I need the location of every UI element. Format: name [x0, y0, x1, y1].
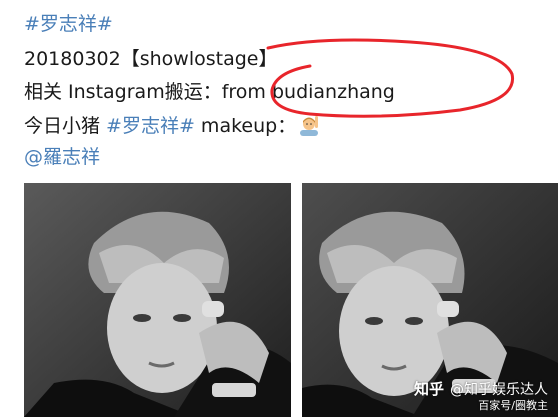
hashtag-link[interactable]: #罗志祥# — [24, 13, 113, 35]
mention-line[interactable]: @羅志祥 — [24, 144, 100, 170]
person-raising-hand-emoji-icon — [298, 114, 320, 136]
zhihu-logo: 知乎 — [413, 380, 444, 398]
user-mention-link[interactable]: @羅志祥 — [24, 146, 100, 168]
watermark-sub: 百家号/圈教主 — [478, 399, 548, 412]
photo-left[interactable] — [24, 183, 291, 417]
post-date-line: 20180302【showlostage】 — [24, 46, 277, 72]
source-prefix: 相关 Instagram搬运：from — [24, 81, 272, 103]
post-source: 【showlostage】 — [120, 48, 278, 70]
instagram-source-line: 相关 Instagram搬运：from budianzhang — [24, 79, 395, 105]
watermark-main: 知乎 @知乎娱乐达人 — [414, 380, 548, 399]
watermark-author: @知乎娱乐达人 — [450, 382, 548, 398]
makeup-prefix: 今日小猪 — [24, 115, 107, 137]
hashtag-link-inline[interactable]: #罗志祥# — [106, 115, 195, 137]
makeup-line: 今日小猪 #罗志祥# makeup： — [24, 113, 320, 139]
photo-right[interactable]: 知乎 @知乎娱乐达人 百家号/圈教主 — [302, 183, 558, 417]
hashtag-title[interactable]: #罗志祥# — [24, 11, 113, 37]
post-date: 20180302 — [24, 48, 121, 70]
makeup-suffix: makeup： — [194, 115, 297, 137]
source-handle: budianzhang — [271, 81, 395, 103]
zhihu-watermark: 知乎 @知乎娱乐达人 百家号/圈教主 — [414, 380, 548, 413]
red-circle-annotation — [266, 38, 515, 118]
